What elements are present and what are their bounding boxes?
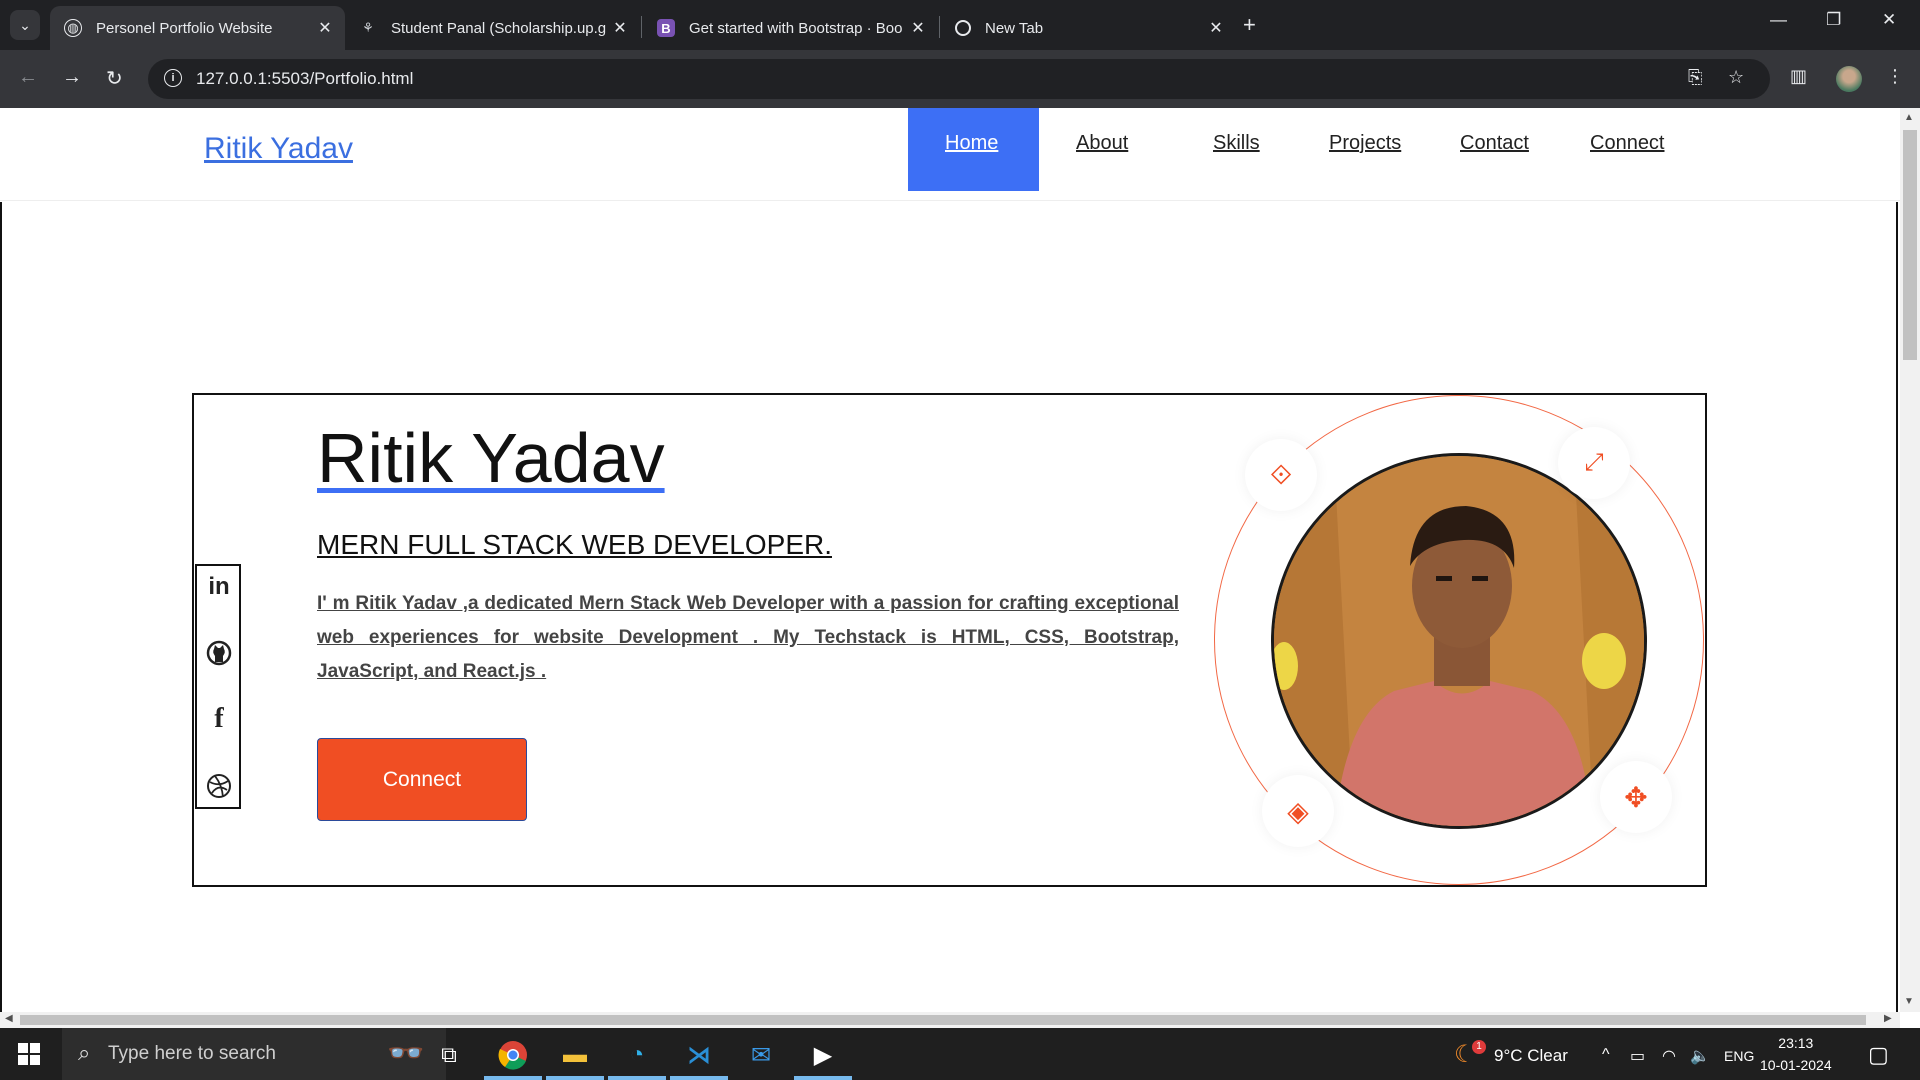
site-favicon-icon: ⚘ — [362, 20, 374, 35]
tab-search-button[interactable]: ⌄ — [10, 10, 40, 40]
tab-title: Personel Portfolio Website — [96, 19, 273, 37]
battery-icon[interactable]: ▭ — [1630, 1046, 1645, 1066]
clock-date: 10-01-2024 — [1760, 1057, 1832, 1073]
restore-button[interactable]: ❐ — [1826, 10, 1841, 30]
file-explorer-icon[interactable]: ▬ — [558, 1038, 592, 1072]
tab-divider — [939, 16, 940, 38]
hero-description: I' m Ritik Yadav ,a dedicated Mern Stack… — [317, 593, 1179, 682]
browser-tab-bar: ⌄ ◍ Personel Portfolio Website ✕ ⚘ Stude… — [0, 0, 1920, 50]
close-tab-icon[interactable]: ✕ — [313, 18, 337, 38]
windows-start-icon[interactable] — [18, 1043, 40, 1065]
explorer-active-indicator — [546, 1076, 604, 1080]
profile-photo — [1271, 453, 1647, 829]
forward-button[interactable]: → — [62, 66, 82, 89]
translate-icon[interactable]: ⎘ — [1688, 67, 1702, 88]
profile-avatar[interactable] — [1836, 66, 1862, 92]
nav-contact[interactable]: Contact — [1460, 132, 1529, 155]
globe-icon: ◍ — [64, 19, 82, 37]
wifi-icon[interactable]: ◠ — [1662, 1046, 1676, 1066]
layout-diamond-icon: ◈ — [1262, 775, 1334, 847]
weather-text[interactable]: 9°C Clear — [1494, 1046, 1568, 1066]
scroll-left-arrow-icon[interactable]: ◀ — [5, 1013, 13, 1024]
bookmark-star-icon[interactable]: ☆ — [1728, 67, 1744, 88]
tab-title: Student Panal (Scholarship.up.g — [391, 19, 607, 37]
code-diamond-icon: ⟐ — [1245, 439, 1317, 511]
search-icon: ⌕ — [78, 1040, 91, 1065]
scroll-down-arrow-icon[interactable]: ▼ — [1904, 996, 1914, 1007]
scroll-right-arrow-icon[interactable]: ▶ — [1884, 1013, 1892, 1024]
weather-badge: 1 — [1472, 1040, 1486, 1054]
new-tab-button[interactable]: + — [1243, 12, 1256, 38]
vscode-icon[interactable]: ⋊ — [682, 1038, 716, 1072]
tab-portfolio[interactable]: ◍ Personel Portfolio Website ✕ — [50, 6, 345, 50]
side-panel-icon[interactable]: ▥ — [1790, 66, 1807, 87]
dribbble-icon[interactable] — [205, 771, 233, 801]
tab-title: New Tab — [985, 19, 1044, 37]
horizontal-scroll-thumb[interactable] — [20, 1015, 1866, 1025]
nav-home-label: Home — [945, 132, 999, 154]
chrome-active-indicator — [484, 1076, 542, 1080]
back-button[interactable]: ← — [18, 66, 38, 89]
move-cross-icon: ✥ — [1600, 761, 1672, 833]
tray-chevron-icon[interactable]: ^ — [1602, 1046, 1610, 1064]
taskbar-search-box[interactable]: ⌕ Type here to search 👓 — [62, 1028, 446, 1080]
facebook-icon[interactable]: f — [205, 703, 233, 734]
reload-button[interactable]: ↻ — [106, 66, 123, 91]
tab-new-tab[interactable]: New Tab ✕ — [941, 6, 1236, 50]
scroll-up-arrow-icon[interactable]: ▲ — [1904, 112, 1914, 123]
task-view-icon[interactable]: ⧉ — [432, 1038, 466, 1072]
vertical-scrollbar[interactable]: ▲ ▼ — [1900, 108, 1920, 1012]
linkedin-icon[interactable]: in — [205, 572, 233, 602]
nav-skills[interactable]: Skills — [1213, 132, 1260, 155]
system-clock[interactable]: 23:13 10-01-2024 — [1760, 1032, 1832, 1076]
tab-student-panal[interactable]: ⚘ Student Panal (Scholarship.up.g ✕ — [345, 6, 640, 50]
hero-name: Ritik Yadav — [317, 419, 665, 497]
vertical-scroll-thumb[interactable] — [1903, 130, 1917, 360]
nav-home[interactable]: Home — [908, 108, 1039, 191]
close-tab-icon[interactable]: ✕ — [608, 18, 632, 38]
web-page: Ritik Yadav Home About Skills Projects C… — [0, 108, 1900, 1012]
mail-icon[interactable]: ✉ — [744, 1038, 778, 1072]
search-placeholder: Type here to search — [108, 1043, 276, 1064]
edge-active-indicator — [608, 1076, 666, 1080]
vscode-active-indicator — [670, 1076, 728, 1080]
page-left-border — [0, 202, 2, 1012]
nav-projects[interactable]: Projects — [1329, 132, 1401, 155]
social-links: in f — [195, 564, 241, 809]
site-info-icon[interactable]: i — [164, 69, 182, 87]
close-window-button[interactable]: ✕ — [1882, 10, 1896, 30]
github-icon[interactable] — [205, 638, 233, 668]
search-highlight-icon: 👓 — [387, 1037, 425, 1070]
hero-section: Ritik Yadav MERN FULL STACK WEB DEVELOPE… — [192, 393, 1707, 887]
chrome-icon — [955, 20, 971, 36]
connect-button[interactable]: Connect — [317, 738, 527, 821]
volume-icon[interactable]: 🔈 — [1690, 1046, 1710, 1066]
close-tab-icon[interactable]: ✕ — [906, 18, 930, 38]
chrome-taskbar-icon[interactable] — [496, 1038, 530, 1072]
site-brand-link[interactable]: Ritik Yadav — [204, 132, 353, 166]
site-navbar: Ritik Yadav Home About Skills Projects C… — [0, 108, 1900, 201]
bootstrap-icon: B — [657, 19, 675, 37]
tab-bootstrap[interactable]: B Get started with Bootstrap · Boo ✕ — [643, 6, 938, 50]
media-player-icon[interactable]: ▶ — [806, 1038, 840, 1072]
notifications-icon[interactable]: ▢ — [1868, 1042, 1889, 1068]
player-active-indicator — [794, 1076, 852, 1080]
nav-connect[interactable]: Connect — [1590, 132, 1665, 155]
tab-divider — [641, 16, 642, 38]
menu-kebab-icon[interactable]: ⋮ — [1886, 66, 1904, 87]
nav-about[interactable]: About — [1076, 132, 1128, 155]
clock-time: 23:13 — [1778, 1035, 1814, 1051]
hero-role: MERN FULL STACK WEB DEVELOPER. — [317, 529, 832, 560]
url-text[interactable]: 127.0.0.1:5503/Portfolio.html — [196, 69, 413, 89]
edge-icon[interactable]: ◔ — [620, 1038, 654, 1072]
expand-arrows-icon: ⤢ — [1558, 427, 1630, 499]
address-bar[interactable]: i 127.0.0.1:5503/Portfolio.html ⎘ ☆ — [148, 59, 1770, 99]
language-indicator[interactable]: ENG — [1724, 1048, 1754, 1064]
page-right-border — [1896, 202, 1898, 1012]
tab-title: Get started with Bootstrap · Boo — [689, 19, 903, 37]
minimize-button[interactable]: — — [1770, 10, 1787, 30]
close-tab-icon[interactable]: ✕ — [1204, 18, 1228, 38]
horizontal-scrollbar[interactable]: ◀ ▶ — [0, 1012, 1900, 1028]
